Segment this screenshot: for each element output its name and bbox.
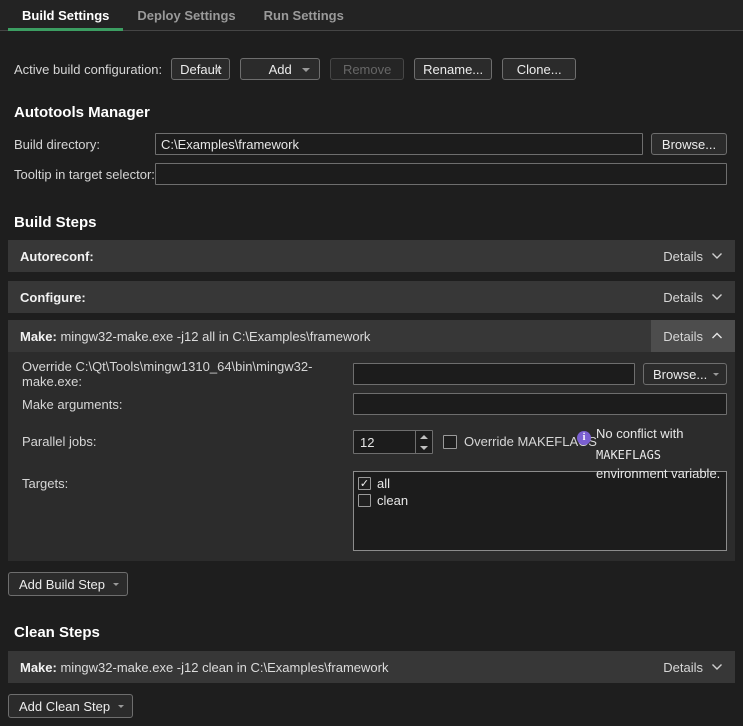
tab-build-settings-label: Build Settings <box>22 8 109 23</box>
add-clean-step-label: Add Clean Step <box>19 699 110 714</box>
chevron-down-icon <box>711 293 723 301</box>
build-steps-heading: Build Steps <box>0 214 743 231</box>
add-build-step-button[interactable]: Add Build Step <box>8 572 128 596</box>
tooltip-label: Tooltip in target selector: <box>14 167 155 182</box>
remove-config-button-label: Remove <box>343 62 391 77</box>
make-arguments-row: Make arguments: <box>8 393 735 415</box>
arrow-down-icon <box>420 446 428 450</box>
clone-config-button-label: Clone... <box>517 62 562 77</box>
override-make-row: Override C:\Qt\Tools\mingw1310_64\bin\mi… <box>8 363 735 385</box>
makeflags-info-message: i No conflict with MAKEFLAGS environment … <box>577 424 729 484</box>
tab-deploy-settings[interactable]: Deploy Settings <box>123 0 249 30</box>
chevron-up-icon <box>711 332 723 340</box>
clean-make-step-bar: Make: mingw32-make.exe -j12 clean in C:\… <box>8 651 735 683</box>
parallel-jobs-label: Parallel jobs: <box>22 434 353 449</box>
clone-config-button[interactable]: Clone... <box>502 58 576 80</box>
make-step-title-bold: Make: <box>20 329 57 344</box>
info-line-1: No conflict with <box>596 426 683 441</box>
stepper-buttons <box>415 431 432 453</box>
clean-make-title-bold: Make: <box>20 660 57 675</box>
rename-config-button-label: Rename... <box>423 62 483 77</box>
tooltip-input[interactable] <box>155 163 727 185</box>
details-button-label: Details <box>663 290 703 305</box>
configure-step-label: Configure: <box>20 290 86 305</box>
override-make-browse-button[interactable]: Browse... <box>643 363 727 385</box>
active-config-row: Active build configuration: Default Add … <box>0 58 743 80</box>
clean-make-details-button[interactable]: Details <box>651 651 735 683</box>
configure-step-bar: Configure: Details <box>8 281 735 313</box>
autoreconf-step-bar: Autoreconf: Details <box>8 240 735 272</box>
clean-make-title-rest: mingw32-make.exe -j12 clean in C:\Exampl… <box>57 660 389 675</box>
make-step-title: Make: mingw32-make.exe -j12 all in C:\Ex… <box>20 329 370 344</box>
configure-details-button[interactable]: Details <box>651 281 735 313</box>
target-checkbox[interactable] <box>358 494 371 507</box>
override-makeflags-checkbox[interactable] <box>443 435 457 449</box>
info-line-3: environment variable. <box>596 466 720 481</box>
browse-button-label: Browse... <box>662 137 716 152</box>
parallel-jobs-row: Parallel jobs: 12 Override MAKEFLAGS iNo… <box>8 423 735 471</box>
make-step-panel: Make: mingw32-make.exe -j12 all in C:\Ex… <box>8 320 735 561</box>
tab-run-settings-label: Run Settings <box>264 8 344 23</box>
target-label: all <box>377 476 390 491</box>
autoreconf-details-button[interactable]: Details <box>651 240 735 272</box>
build-directory-row: Build directory: Browse... <box>0 133 743 155</box>
override-make-input[interactable] <box>353 363 635 385</box>
add-config-button[interactable]: Add <box>240 58 320 80</box>
chevron-down-icon <box>113 583 119 586</box>
chevron-down-icon <box>713 373 719 376</box>
tab-deploy-settings-label: Deploy Settings <box>137 8 235 23</box>
add-config-button-label: Add <box>269 62 292 77</box>
target-checkbox[interactable] <box>358 477 371 490</box>
add-clean-step-button[interactable]: Add Clean Step <box>8 694 133 718</box>
autotools-manager-heading: Autotools Manager <box>0 104 743 121</box>
details-button-label: Details <box>663 249 703 264</box>
chevron-down-icon <box>302 68 310 72</box>
chevron-down-icon <box>118 705 124 708</box>
chevron-down-icon <box>711 663 723 671</box>
chevron-down-icon <box>711 252 723 260</box>
active-config-label: Active build configuration: <box>14 62 162 77</box>
override-make-label: Override C:\Qt\Tools\mingw1310_64\bin\mi… <box>22 359 353 389</box>
chevron-down-icon <box>214 68 222 72</box>
browse-button-label: Browse... <box>653 367 707 382</box>
parallel-jobs-value: 12 <box>354 431 415 453</box>
target-list-item[interactable]: clean <box>358 492 722 509</box>
build-directory-input[interactable] <box>155 133 643 155</box>
tab-build-settings[interactable]: Build Settings <box>8 0 123 30</box>
arrow-up-icon <box>420 435 428 439</box>
settings-tabbar: Build Settings Deploy Settings Run Setti… <box>0 0 743 31</box>
clean-make-step-title: Make: mingw32-make.exe -j12 clean in C:\… <box>20 660 389 675</box>
rename-config-button[interactable]: Rename... <box>414 58 492 80</box>
parallel-jobs-stepper[interactable]: 12 <box>353 430 433 454</box>
info-line-2: MAKEFLAGS <box>596 448 661 462</box>
info-icon: i <box>577 431 591 445</box>
make-step-bar: Make: mingw32-make.exe -j12 all in C:\Ex… <box>8 320 735 352</box>
build-directory-label: Build directory: <box>14 137 155 152</box>
targets-label: Targets: <box>22 476 353 491</box>
details-button-label: Details <box>663 329 703 344</box>
tab-run-settings[interactable]: Run Settings <box>250 0 358 30</box>
remove-config-button[interactable]: Remove <box>330 58 404 80</box>
autoreconf-step-label: Autoreconf: <box>20 249 94 264</box>
make-arguments-label: Make arguments: <box>22 397 353 412</box>
stepper-down-button[interactable] <box>416 442 432 453</box>
build-config-combobox[interactable]: Default <box>171 58 230 80</box>
make-arguments-input[interactable] <box>353 393 727 415</box>
clean-steps-heading: Clean Steps <box>0 624 743 641</box>
build-directory-browse-button[interactable]: Browse... <box>651 133 727 155</box>
add-build-step-label: Add Build Step <box>19 577 105 592</box>
stepper-up-button[interactable] <box>416 431 432 442</box>
details-button-label: Details <box>663 660 703 675</box>
make-step-title-rest: mingw32-make.exe -j12 all in C:\Examples… <box>57 329 371 344</box>
tooltip-row: Tooltip in target selector: <box>0 163 743 185</box>
make-details-button[interactable]: Details <box>651 320 735 352</box>
target-label: clean <box>377 493 408 508</box>
